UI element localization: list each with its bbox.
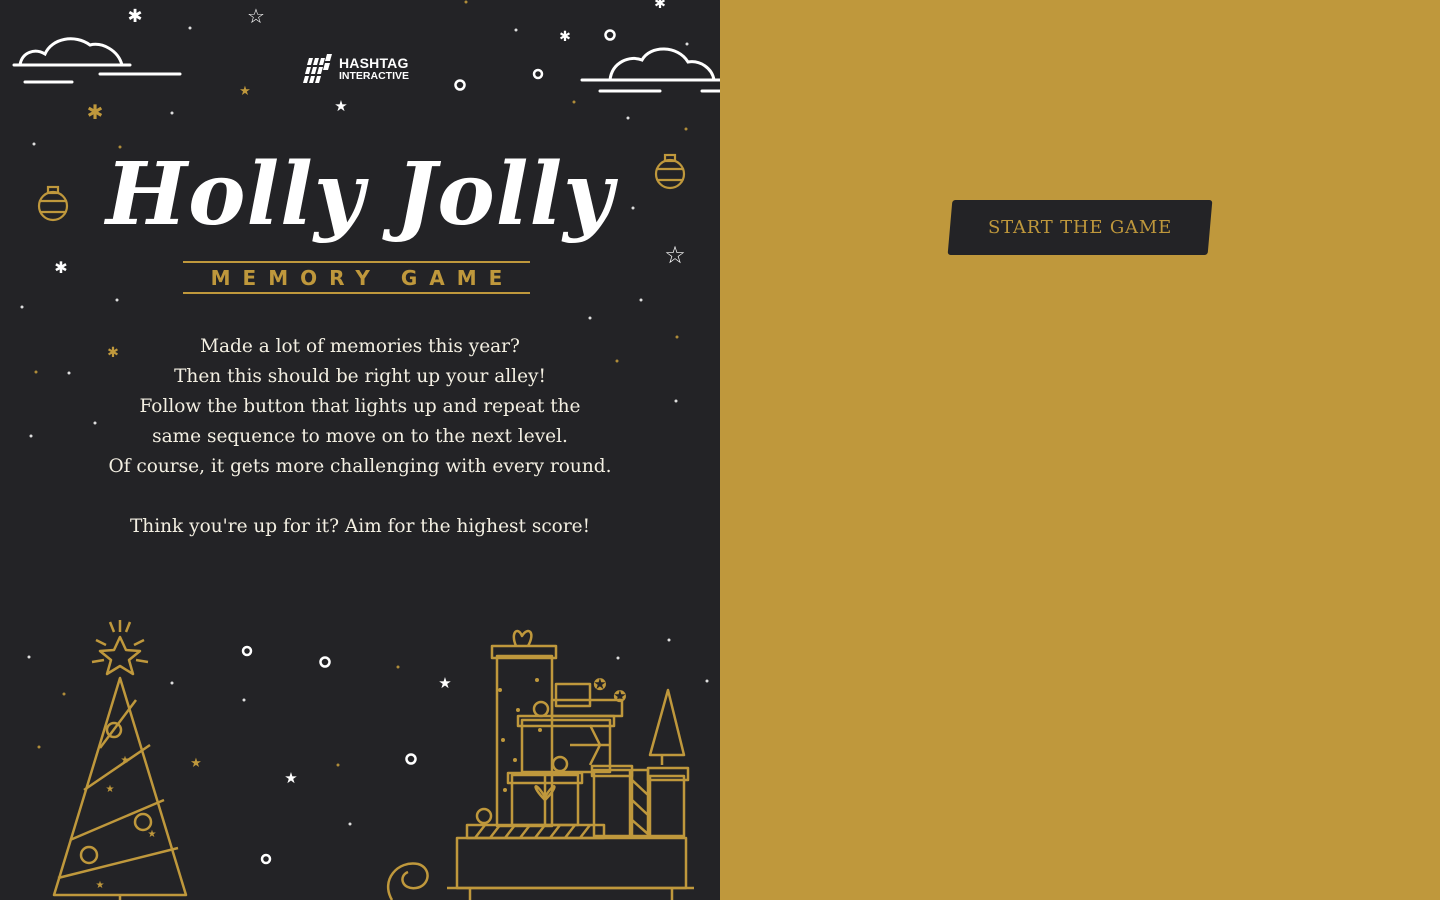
svg-text:★: ★ (438, 674, 451, 692)
game-description: Made a lot of memories this year? Then t… (60, 332, 660, 542)
description-line: same sequence to move on to the next lev… (152, 426, 568, 447)
game-subtitle: MEMORY GAME (210, 266, 515, 290)
svg-text:★: ★ (96, 880, 105, 891)
cloud-icon (12, 37, 182, 84)
svg-text:★: ★ (334, 97, 347, 115)
start-game-button[interactable]: START THE GAME (947, 200, 1213, 255)
intro-panel: ✱ ☆ ★ ✱ ✱ ✱ ☆ ★ ★ ★ ✱ ✱ ★ ✪ ✪ ★ ★ ★ ★ HA… (0, 0, 720, 900)
subtitle-frame: MEMORY GAME (183, 261, 530, 294)
svg-text:✱: ✱ (127, 6, 142, 27)
svg-text:✱: ✱ (54, 258, 67, 277)
description-line: Follow the button that lights up and rep… (139, 396, 581, 417)
brand-name: HASHTAG (339, 55, 409, 71)
svg-text:★: ★ (106, 784, 115, 795)
tagline: Think you're up for it? Aim for the high… (129, 516, 591, 537)
svg-text:★: ★ (284, 769, 297, 787)
svg-text:✱: ✱ (559, 29, 571, 45)
description-line: Of course, it gets more challenging with… (108, 456, 612, 477)
svg-text:★: ★ (239, 84, 251, 99)
svg-text:✱: ✱ (87, 100, 104, 124)
game-panel (720, 0, 1440, 900)
svg-text:☆: ☆ (247, 4, 265, 28)
svg-text:✪: ✪ (593, 675, 606, 694)
svg-text:✪: ✪ (613, 687, 626, 706)
svg-text:★: ★ (121, 755, 130, 766)
brand-subtitle: INTERACTIVE (339, 70, 410, 82)
svg-text:✱: ✱ (654, 0, 666, 12)
gift-stack-icon (386, 629, 694, 900)
brand-logo[interactable]: HASHTAG INTERACTIVE (303, 54, 423, 88)
start-game-label: START THE GAME (987, 217, 1173, 238)
game-title: Holly Jolly (105, 144, 615, 245)
description-line: Then this should be right up your alley! (174, 366, 546, 387)
hashtag-logo-icon (303, 54, 332, 83)
svg-text:★: ★ (148, 829, 157, 840)
cloud-icon (580, 47, 720, 93)
description-line: Made a lot of memories this year? (200, 336, 520, 357)
svg-text:★: ★ (190, 756, 202, 771)
